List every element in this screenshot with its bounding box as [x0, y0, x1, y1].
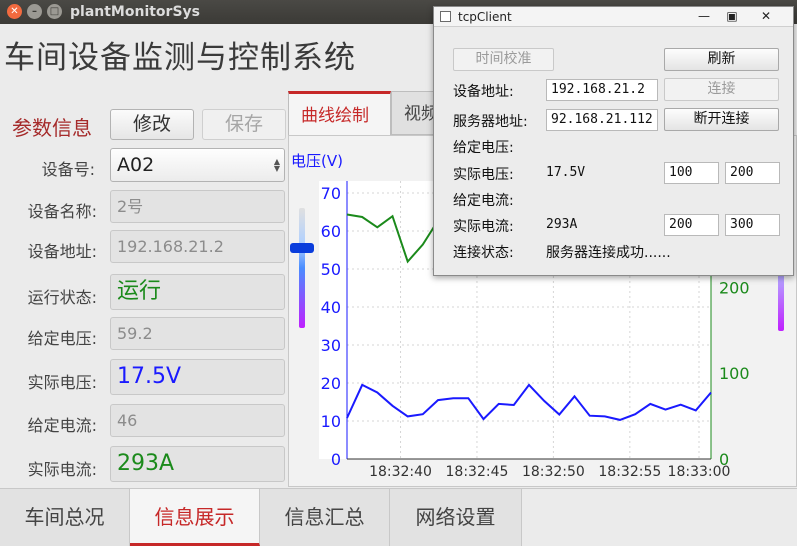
save-button[interactable]: 保存: [202, 109, 286, 140]
refresh-button[interactable]: 刷新: [664, 48, 779, 71]
tcp-actual-current-label: 实际电流:: [453, 219, 514, 235]
y-right-tick-label: 100: [719, 364, 750, 383]
device-id-value: A02: [117, 154, 155, 176]
tcp-actual-voltage-label: 实际电压:: [453, 167, 514, 183]
spin-arrows-icon: ▲ ▼: [273, 157, 280, 173]
current-max-input[interactable]: 300: [725, 214, 780, 236]
time-sync-button[interactable]: 时间校准: [453, 48, 554, 71]
connect-button[interactable]: 连接: [664, 78, 779, 101]
maximize-icon[interactable]: ▣: [718, 8, 746, 25]
dialog-titlebar: tcpClient — ▣ ✕: [434, 7, 793, 27]
tcp-actual-current-value: 293A: [546, 217, 578, 232]
voltage-scale-slider[interactable]: [299, 208, 305, 328]
x-tick-label: 18:32:50: [522, 464, 585, 480]
y-left-tick-label: 0: [331, 450, 341, 469]
actual-voltage-field: 17.5V: [110, 359, 285, 395]
actual-current-field: 293A: [110, 446, 285, 482]
tcp-client-dialog: tcpClient — ▣ ✕ 时间校准 刷新 设备地址: 192.168.21…: [433, 6, 794, 276]
close-icon[interactable]: ✕: [7, 4, 22, 19]
run-status-field: 运行: [110, 274, 285, 310]
tcp-device-addr-label: 设备地址:: [453, 84, 514, 100]
device-name-field: 2号: [110, 190, 285, 223]
minimize-icon[interactable]: —: [690, 8, 718, 25]
connection-status-label: 连接状态:: [453, 245, 514, 261]
tcp-server-addr-label: 服务器地址:: [453, 114, 528, 130]
tcp-given-voltage-label: 给定电压:: [453, 140, 514, 156]
y-axis-title: 电压(V): [291, 152, 343, 170]
tab-info-summary[interactable]: 信息汇总: [260, 489, 390, 546]
tcp-server-addr-input[interactable]: 92.168.21.112: [546, 109, 658, 131]
y-left-tick-label: 40: [321, 298, 341, 317]
bottom-tabbar: 车间总况 信息展示 信息汇总 网络设置: [0, 488, 797, 546]
y-left-tick-label: 20: [321, 374, 341, 393]
tcp-device-addr-input[interactable]: 192.168.21.2: [546, 79, 658, 101]
run-status-label: 运行状态:: [27, 288, 97, 307]
y-left-tick-label: 70: [321, 184, 341, 203]
device-id-label: 设备号:: [41, 160, 95, 179]
y-right-tick-label: 200: [719, 278, 750, 297]
device-addr-field: 192.168.21.2: [110, 230, 285, 263]
voltage-slider-handle[interactable]: [290, 243, 314, 253]
given-current-field: 46: [110, 404, 285, 437]
disconnect-button[interactable]: 断开连接: [664, 108, 779, 131]
page-title: 车间设备监测与控制系统: [4, 40, 356, 76]
maximize-icon[interactable]: □: [47, 4, 62, 19]
edit-button[interactable]: 修改: [110, 109, 194, 140]
window-title: plantMonitorSys: [70, 4, 200, 20]
device-name-label: 设备名称:: [27, 202, 97, 221]
device-id-select[interactable]: A02 ▲ ▼: [110, 148, 285, 182]
actual-voltage-label: 实际电压:: [27, 373, 97, 392]
window-icon: [440, 11, 451, 22]
tab-workshop-overview[interactable]: 车间总况: [0, 489, 130, 546]
voltage-max-input[interactable]: 200: [725, 162, 780, 184]
voltage-min-input[interactable]: 100: [664, 162, 719, 184]
y-left-tick-label: 30: [321, 336, 341, 355]
y-left-tick-label: 10: [321, 412, 341, 431]
actual-current-label: 实际电流:: [27, 460, 97, 479]
dialog-title: tcpClient: [458, 10, 512, 24]
x-tick-label: 18:32:55: [598, 464, 661, 480]
connection-status-value: 服务器连接成功......: [546, 245, 671, 261]
params-section-label: 参数信息: [12, 116, 92, 140]
x-tick-label: 18:32:40: [369, 464, 432, 480]
minimize-icon[interactable]: –: [27, 4, 42, 19]
given-voltage-field: 59.2: [110, 317, 285, 350]
x-tick-label: 18:33:00: [668, 464, 731, 480]
given-voltage-label: 给定电压:: [27, 329, 97, 348]
tab-network-settings[interactable]: 网络设置: [390, 489, 522, 546]
tab-info-display[interactable]: 信息展示: [130, 489, 260, 546]
tcp-actual-voltage-value: 17.5V: [546, 165, 586, 180]
current-min-input[interactable]: 200: [664, 214, 719, 236]
y-left-tick-label: 50: [321, 260, 341, 279]
tcp-given-current-label: 给定电流:: [453, 193, 514, 209]
x-tick-label: 18:32:45: [446, 464, 509, 480]
y-left-tick-label: 60: [321, 222, 341, 241]
device-addr-label: 设备地址:: [27, 242, 97, 261]
given-current-label: 给定电流:: [27, 416, 97, 435]
tab-curve[interactable]: 曲线绘制: [288, 91, 391, 135]
close-icon[interactable]: ✕: [752, 8, 780, 25]
